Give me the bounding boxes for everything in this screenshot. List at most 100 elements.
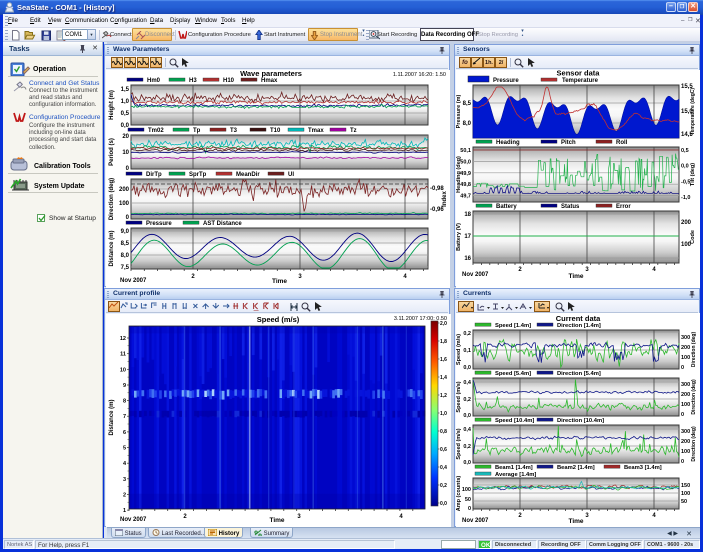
svg-text:8,0: 8,0 — [121, 253, 130, 259]
svg-text:Distance (m): Distance (m) — [109, 230, 115, 266]
svg-text:11: 11 — [120, 352, 126, 358]
svg-text:2,0: 2,0 — [440, 321, 447, 327]
svg-text:0,0: 0,0 — [681, 164, 689, 170]
svg-text:Heading: Heading — [496, 140, 520, 146]
svg-text:0,2: 0,2 — [463, 444, 471, 450]
svg-text:Pressure (m): Pressure (m) — [456, 95, 462, 129]
svg-text:12: 12 — [120, 336, 126, 342]
svg-text:1,2: 1,2 — [440, 393, 447, 399]
svg-text:0,6: 0,6 — [440, 447, 447, 453]
svg-text:Hmax: Hmax — [261, 78, 278, 84]
svg-text:0,1: 0,1 — [463, 348, 471, 354]
svg-text:200: 200 — [681, 220, 692, 226]
svg-text:200: 200 — [681, 345, 690, 351]
svg-text:Temperature (degC): Temperature (degC) — [690, 88, 696, 135]
svg-text:8,0: 8,0 — [463, 121, 472, 127]
svg-text:Beam1 [1.4m]: Beam1 [1.4m] — [495, 465, 533, 471]
svg-text:Direction (deg): Direction (deg) — [691, 426, 697, 462]
svg-text:0,2: 0,2 — [463, 331, 471, 337]
svg-text:300: 300 — [681, 335, 690, 341]
svg-text:5: 5 — [123, 446, 126, 452]
svg-text:Beam3 [1.4m]: Beam3 [1.4m] — [624, 465, 662, 471]
svg-text:9: 9 — [123, 383, 126, 389]
svg-text:7,5: 7,5 — [121, 265, 130, 271]
svg-text:20: 20 — [122, 134, 129, 140]
svg-text:Error: Error — [616, 204, 631, 210]
svg-text:DirTp: DirTp — [146, 172, 162, 178]
svg-text:1,0: 1,0 — [440, 411, 447, 417]
svg-text:Nov 2007: Nov 2007 — [462, 518, 489, 524]
svg-text:Tilt (deg): Tilt (deg) — [690, 163, 696, 186]
svg-text:Hm0: Hm0 — [147, 78, 161, 84]
svg-text:Direction (deg): Direction (deg) — [691, 379, 697, 415]
svg-text:Tmax: Tmax — [308, 128, 324, 134]
svg-text:0,5: 0,5 — [681, 148, 689, 154]
svg-text:Direction [10.4m]: Direction [10.4m] — [557, 418, 604, 424]
svg-text:Battery: Battery — [496, 204, 517, 210]
svg-text:0,2: 0,2 — [463, 397, 471, 403]
svg-text:Speed (m/s): Speed (m/s) — [456, 381, 462, 412]
svg-text:Direction (deg): Direction (deg) — [691, 332, 697, 368]
svg-text:0,8: 0,8 — [440, 429, 447, 435]
svg-text:Tz: Tz — [350, 128, 357, 134]
svg-text:1,4: 1,4 — [440, 375, 447, 381]
svg-text:1,5: 1,5 — [121, 87, 130, 93]
svg-text:200: 200 — [681, 439, 690, 445]
svg-text:200: 200 — [119, 187, 130, 193]
svg-text:150: 150 — [681, 483, 690, 489]
svg-text:50: 50 — [681, 499, 687, 505]
svg-text:Height (m): Height (m) — [109, 90, 115, 120]
svg-text:8,5: 8,5 — [463, 101, 472, 107]
svg-text:0,0: 0,0 — [440, 501, 447, 507]
svg-text:Heading (deg): Heading (deg) — [456, 156, 462, 193]
svg-text:10: 10 — [122, 150, 129, 156]
svg-text:8,5: 8,5 — [121, 241, 130, 247]
svg-text:9,0: 9,0 — [121, 229, 130, 235]
svg-text:Time: Time — [269, 517, 284, 524]
svg-text:200: 200 — [681, 392, 690, 398]
svg-text:AST Distance: AST Distance — [203, 221, 242, 227]
svg-text:Nov 2007: Nov 2007 — [120, 278, 147, 284]
svg-text:-0,98: -0,98 — [430, 186, 444, 192]
svg-text:Status: Status — [561, 204, 580, 210]
svg-text:0,0: 0,0 — [463, 460, 471, 466]
svg-text:100: 100 — [681, 355, 690, 361]
svg-text:0,4: 0,4 — [463, 427, 472, 433]
svg-text:100: 100 — [681, 449, 690, 455]
svg-text:100: 100 — [681, 402, 690, 408]
svg-text:Speed [5.4m]: Speed [5.4m] — [495, 371, 531, 377]
svg-text:UI: UI — [288, 172, 294, 178]
svg-text:0,2: 0,2 — [440, 483, 447, 489]
svg-text:Nov 2007: Nov 2007 — [462, 272, 489, 278]
svg-text:300: 300 — [681, 429, 690, 435]
svg-text:Speed (m/s): Speed (m/s) — [257, 315, 300, 324]
svg-text:10: 10 — [120, 367, 126, 373]
svg-text:Distance (m): Distance (m) — [109, 399, 115, 435]
svg-text:Pressure: Pressure — [146, 221, 172, 227]
svg-text:0,0: 0,0 — [463, 365, 471, 371]
svg-text:Temperature: Temperature — [562, 78, 599, 84]
svg-text:300: 300 — [681, 382, 690, 388]
svg-text:Speed [1.4m]: Speed [1.4m] — [495, 323, 531, 329]
svg-text:0: 0 — [681, 459, 684, 465]
svg-text:6: 6 — [123, 430, 126, 436]
svg-text:Current data: Current data — [556, 314, 601, 323]
svg-text:Time: Time — [272, 278, 287, 285]
svg-text:Time: Time — [568, 273, 583, 280]
svg-text:Tm02: Tm02 — [148, 128, 164, 134]
svg-text:H10: H10 — [223, 78, 235, 84]
svg-text:Time: Time — [568, 518, 583, 525]
svg-text:100: 100 — [462, 487, 471, 493]
svg-text:16: 16 — [464, 256, 471, 262]
svg-text:Beam2 [1.4m]: Beam2 [1.4m] — [557, 465, 595, 471]
svg-text:8: 8 — [123, 399, 126, 405]
svg-text:-0,96: -0,96 — [430, 207, 444, 213]
svg-text:Roll: Roll — [616, 140, 628, 146]
svg-text:Direction [5.4m]: Direction [5.4m] — [557, 371, 601, 377]
svg-text:17: 17 — [464, 234, 471, 240]
svg-text:0: 0 — [681, 365, 684, 371]
svg-text:49,7: 49,7 — [460, 194, 471, 200]
svg-text:T10: T10 — [270, 128, 281, 134]
svg-text:0: 0 — [468, 506, 471, 512]
svg-text:Wave parameters: Wave parameters — [240, 70, 302, 78]
